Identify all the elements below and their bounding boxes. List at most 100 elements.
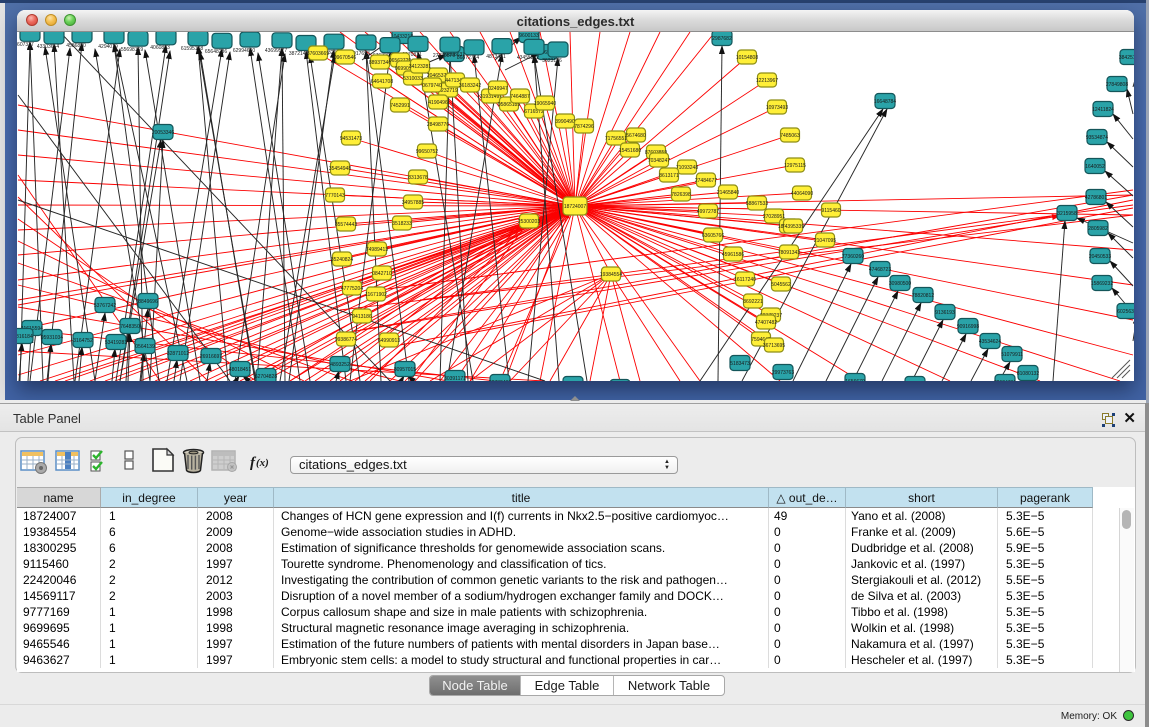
svg-text:21465840: 21465840 (717, 190, 739, 196)
svg-text:62704828: 62704828 (255, 374, 277, 380)
svg-text:53767242: 53767242 (94, 303, 116, 309)
svg-text:93534874: 93534874 (1086, 135, 1108, 141)
svg-text:3518233: 3518233 (392, 221, 412, 227)
svg-text:18724007: 18724007 (564, 204, 586, 210)
svg-text:64641708: 64641708 (371, 79, 393, 85)
svg-text:65648236: 65648236 (205, 49, 227, 55)
svg-text:47775204: 47775204 (341, 286, 363, 292)
svg-text:2805982: 2805982 (1088, 226, 1108, 232)
svg-text:28498776: 28498776 (427, 122, 449, 128)
svg-text:5310033: 5310033 (403, 76, 423, 82)
svg-text:51079911: 51079911 (1001, 352, 1023, 358)
svg-text:47407482: 47407482 (755, 320, 777, 326)
svg-text:95931034: 95931034 (41, 335, 63, 341)
svg-text:20450533: 20450533 (1089, 254, 1111, 260)
svg-text:0249947: 0249947 (488, 86, 508, 92)
svg-text:3623166: 3623166 (542, 58, 562, 64)
svg-text:29973763: 29973763 (772, 370, 794, 376)
svg-text:86872774: 86872774 (457, 55, 479, 61)
svg-text:30391171: 30391171 (444, 376, 466, 381)
svg-text:(x): (x) (256, 457, 269, 469)
svg-text:78820812: 78820812 (912, 293, 934, 299)
svg-text:7485063: 7485063 (780, 133, 800, 139)
svg-text:7452991: 7452991 (390, 103, 410, 109)
svg-text:71756551: 71756551 (605, 136, 627, 142)
svg-text:7826398: 7826398 (671, 192, 691, 198)
svg-text:25300203: 25300203 (518, 219, 540, 225)
svg-text:47468723: 47468723 (869, 267, 891, 273)
svg-text:34123281: 34123281 (409, 64, 431, 70)
svg-text:32871012: 32871012 (167, 351, 189, 357)
svg-text:12975115: 12975115 (784, 163, 806, 169)
svg-text:85574443: 85574443 (335, 222, 357, 228)
svg-text:48018451: 48018451 (229, 367, 251, 373)
svg-text:49972787: 49972787 (697, 209, 719, 215)
svg-text:0564139: 0564139 (135, 344, 155, 350)
svg-text:4060883: 4060883 (150, 45, 170, 51)
svg-text:22782489: 22782489 (489, 380, 511, 381)
svg-text:44064090: 44064090 (791, 191, 813, 197)
svg-text:1656670: 1656670 (845, 379, 865, 381)
svg-text:7874296: 7874296 (574, 124, 594, 130)
svg-text:5674680: 5674680 (626, 133, 646, 139)
svg-text:8849696: 8849696 (138, 299, 158, 305)
svg-text:4893252: 4893252 (330, 362, 350, 368)
svg-text:8692221: 8692221 (743, 299, 763, 305)
svg-text:74989413: 74989413 (366, 247, 388, 253)
svg-text:9115460: 9115460 (821, 208, 840, 214)
svg-text:26916697: 26916697 (200, 354, 222, 360)
svg-text:99650752: 99650752 (416, 149, 438, 155)
svg-text:71093248: 71093248 (676, 165, 698, 171)
svg-text:87603669: 87603669 (307, 51, 329, 57)
svg-text:70348247: 70348247 (648, 158, 670, 164)
svg-text:64990913: 64990913 (378, 338, 400, 344)
svg-text:7816184: 7816184 (17, 334, 33, 340)
svg-text:72624731: 72624731 (994, 380, 1016, 381)
svg-text:27849808: 27849808 (1106, 82, 1128, 88)
svg-text:4294019: 4294019 (98, 44, 118, 50)
svg-text:6025634: 6025634 (1117, 309, 1134, 315)
svg-text:5183473: 5183473 (730, 361, 750, 367)
svg-text:11671902: 11671902 (365, 292, 387, 298)
svg-text:35240824: 35240824 (331, 257, 353, 263)
svg-text:30980500: 30980500 (889, 281, 911, 287)
svg-text:10154808: 10154808 (736, 55, 758, 61)
svg-text:27889579: 27889579 (433, 53, 455, 59)
svg-text:38425135: 38425135 (1119, 55, 1134, 61)
svg-text:0842710: 0842710 (372, 271, 392, 277)
svg-text:16648784: 16648784 (874, 99, 896, 105)
svg-text:9136193: 9136193 (935, 310, 955, 316)
svg-text:4190496: 4190496 (428, 100, 448, 106)
svg-text:99386774: 99386774 (335, 337, 357, 343)
svg-text:43699577: 43699577 (265, 48, 287, 54)
svg-text:20053346: 20053346 (152, 130, 174, 136)
svg-text:43534624: 43534624 (979, 339, 1001, 345)
svg-text:94531473: 94531473 (340, 136, 362, 142)
svg-text:5045562: 5045562 (771, 282, 791, 288)
svg-text:15869232: 15869232 (1091, 281, 1113, 287)
svg-text:43455812: 43455812 (517, 55, 539, 61)
svg-text:45961586: 45961586 (722, 252, 744, 258)
svg-text:1640052: 1640052 (1085, 164, 1105, 170)
svg-text:7770143: 7770143 (325, 193, 345, 199)
svg-text:21047095: 21047095 (814, 238, 836, 244)
svg-text:16117240: 16117240 (734, 277, 756, 283)
svg-text:35454948: 35454948 (329, 166, 351, 172)
svg-text:36713695: 36713695 (763, 343, 785, 349)
svg-text:7464887: 7464887 (510, 94, 530, 100)
svg-text:8613171: 8613171 (659, 173, 679, 179)
svg-text:3164752: 3164752 (73, 338, 93, 344)
svg-text:78091343: 78091343 (778, 250, 800, 256)
svg-text:0679740: 0679740 (422, 83, 442, 89)
svg-text:34957885: 34957885 (402, 200, 424, 206)
svg-text:9600133: 9600133 (519, 33, 539, 39)
svg-text:42786801: 42786801 (1085, 195, 1107, 201)
svg-text:1607337: 1607337 (17, 42, 34, 48)
svg-text:3215958: 3215958 (1057, 211, 1077, 217)
svg-text:15451680: 15451680 (619, 148, 641, 154)
svg-text:10973493: 10973493 (766, 105, 788, 111)
svg-text:27484677: 27484677 (695, 178, 717, 184)
svg-text:43303654: 43303654 (37, 44, 59, 50)
svg-text:90916998: 90916998 (957, 324, 979, 330)
svg-text:53419283: 53419283 (105, 340, 127, 346)
